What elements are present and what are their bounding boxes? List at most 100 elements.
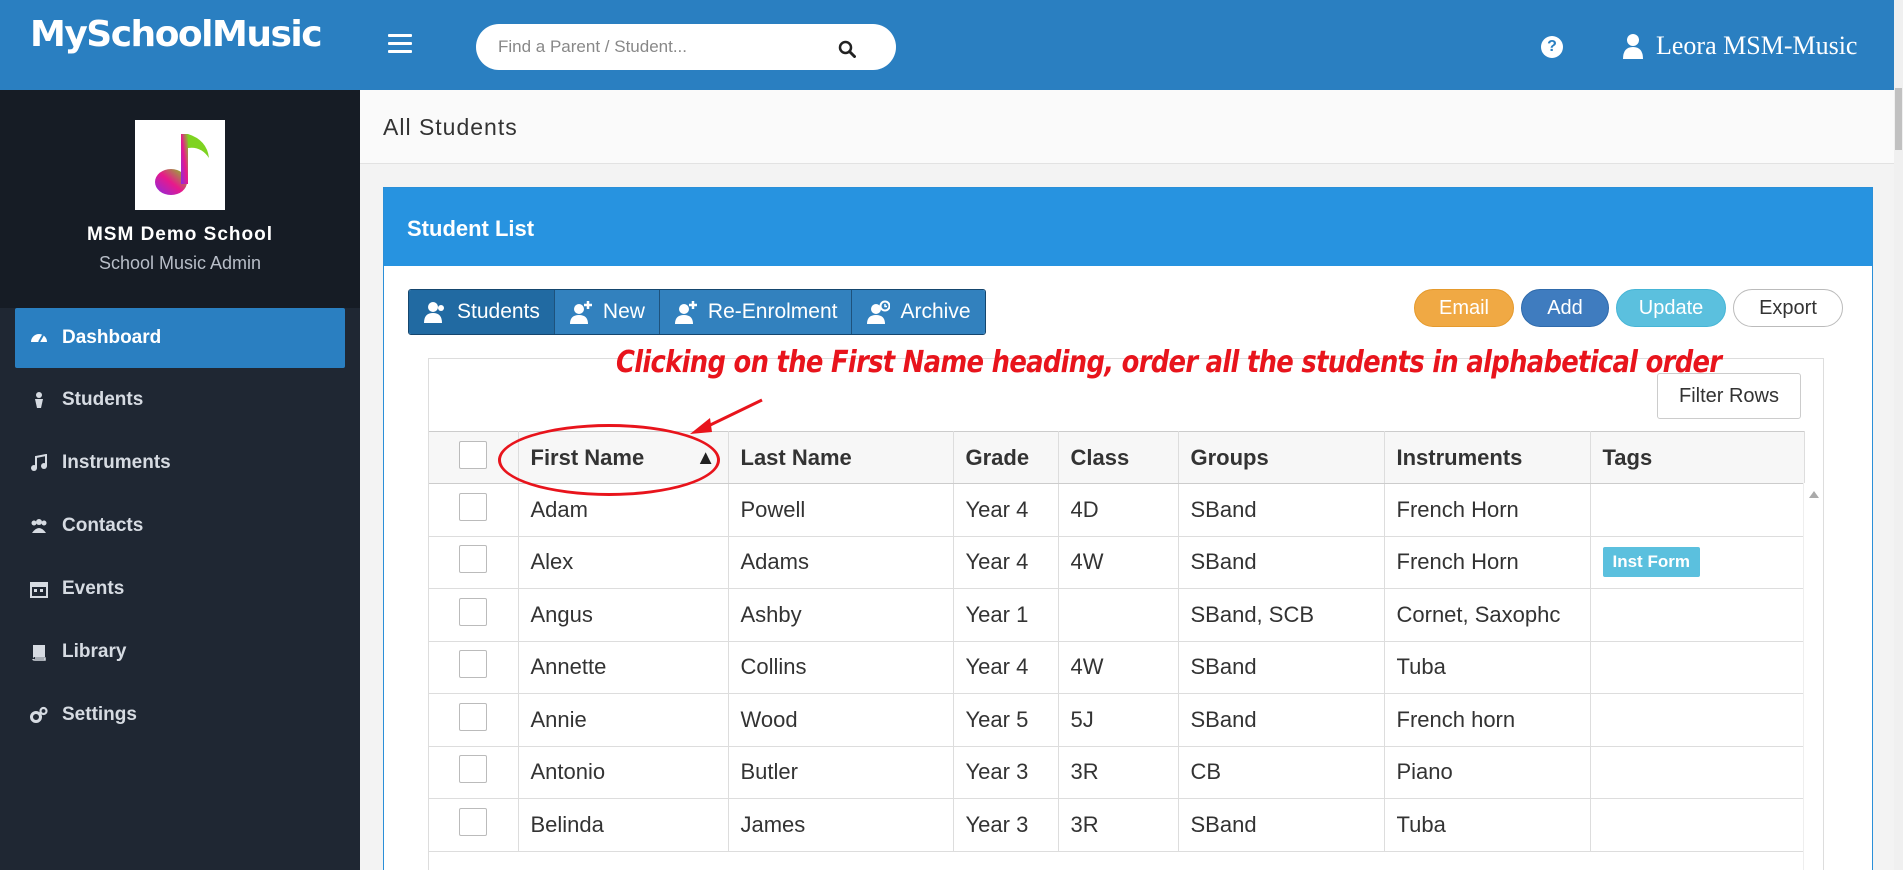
menu-toggle-icon[interactable] — [388, 34, 412, 54]
cell-groups: SBand — [1178, 536, 1385, 589]
music-note-icon — [31, 454, 47, 471]
search-input[interactable] — [498, 36, 828, 58]
column-groups[interactable]: Groups — [1178, 431, 1385, 484]
sidebar-item-label: Events — [62, 578, 125, 599]
update-button[interactable]: Update — [1616, 289, 1726, 327]
school-profile: MSM Demo School School Music Admin — [0, 90, 360, 308]
cell-first-name: Antonio — [518, 746, 729, 799]
scrollbar-thumb[interactable] — [1895, 88, 1902, 150]
cell-class: 3R — [1058, 798, 1179, 852]
sidebar-item-students[interactable]: Students — [0, 369, 360, 431]
email-button[interactable]: Email — [1414, 289, 1514, 327]
row-checkbox[interactable] — [459, 650, 488, 679]
cell-instruments: Cornet, Saxophc — [1384, 588, 1591, 642]
school-avatar — [135, 120, 225, 210]
cell-instruments: French Horn — [1384, 483, 1591, 537]
row-checkbox[interactable] — [459, 807, 488, 836]
cell-class: 4D — [1058, 483, 1179, 537]
cell-last-name: Ashby — [728, 588, 954, 642]
column-tags[interactable]: Tags — [1590, 431, 1805, 484]
add-user-icon — [569, 301, 592, 324]
row-checkbox[interactable] — [459, 702, 488, 731]
cell-last-name: Butler — [728, 746, 954, 799]
sidebar-item-contacts[interactable]: Contacts — [0, 495, 360, 557]
cell-tags — [1590, 641, 1805, 694]
filter-rows-button[interactable]: Filter Rows — [1657, 373, 1801, 419]
user-menu[interactable]: Leora MSM-Music — [1622, 30, 1857, 62]
column-label: Grade — [965, 444, 1030, 470]
column-grade[interactable]: Grade — [953, 431, 1059, 484]
page-title: All Students — [383, 114, 518, 140]
sidebar-item-events[interactable]: Events — [0, 558, 360, 620]
cell-last-name: Wood — [728, 693, 954, 747]
archive-user-icon — [867, 300, 891, 324]
row-select-cell — [429, 536, 519, 589]
table-row[interactable]: Alex Adams Year 4 4W SBand French Horn I… — [429, 536, 1805, 589]
table-scrollbar[interactable] — [1803, 483, 1823, 870]
cell-groups: SBand — [1178, 798, 1385, 852]
column-class[interactable]: Class — [1058, 431, 1179, 484]
annotation-arrow-icon — [690, 398, 763, 434]
cell-first-name: Alex — [518, 536, 729, 589]
sidebar-item-library[interactable]: Library — [0, 621, 360, 683]
sidebar-item-instruments[interactable]: Instruments — [0, 432, 360, 494]
new-button-label: New — [602, 300, 645, 323]
sidebar-item-label: Settings — [62, 704, 137, 725]
row-checkbox[interactable] — [459, 597, 488, 626]
cell-tags — [1590, 798, 1805, 852]
user-icon — [1623, 34, 1643, 59]
new-students-button[interactable]: New — [554, 290, 660, 334]
annotation-text: Clicking on the First Name heading, orde… — [616, 345, 1722, 380]
select-all-checkbox[interactable] — [459, 440, 488, 469]
row-checkbox[interactable] — [459, 545, 488, 574]
scroll-up-icon[interactable] — [1809, 491, 1819, 498]
cell-grade: Year 1 — [953, 588, 1059, 642]
cell-groups: CB — [1178, 746, 1385, 799]
sidebar-item-dashboard[interactable]: Dashboard — [15, 308, 345, 368]
cell-groups: SBand — [1178, 641, 1385, 694]
sidebar-item-label: Students — [62, 389, 144, 410]
table-row[interactable]: Angus Ashby Year 1 SBand, SCB Cornet, Sa… — [429, 588, 1805, 642]
cell-class: 4W — [1058, 536, 1179, 589]
table-row[interactable]: Annie Wood Year 5 5J SBand French horn — [429, 693, 1805, 747]
sidebar: MSM Demo School School Music Admin Dashb… — [0, 90, 360, 870]
students-button[interactable]: Students — [409, 290, 555, 334]
column-label: Last Name — [740, 444, 852, 470]
row-checkbox[interactable] — [459, 755, 488, 784]
cell-class: 5J — [1058, 693, 1179, 747]
page-header: All Students — [360, 90, 1894, 164]
sidebar-item-label: Dashboard — [62, 327, 162, 348]
cell-first-name: Belinda — [518, 798, 729, 852]
table-row[interactable]: Annette Collins Year 4 4W SBand Tuba — [429, 641, 1805, 694]
cell-tags — [1590, 483, 1805, 537]
row-select-cell — [429, 588, 519, 642]
sidebar-nav: Dashboard Students Instruments Contacts … — [0, 308, 360, 746]
column-instruments[interactable]: Instruments — [1384, 431, 1591, 484]
cell-grade: Year 3 — [953, 746, 1059, 799]
add-button[interactable]: Add — [1521, 289, 1609, 327]
export-button[interactable]: Export — [1733, 289, 1843, 327]
table-row[interactable]: Antonio Butler Year 3 3R CB Piano — [429, 746, 1805, 799]
help-icon[interactable]: ? — [1541, 36, 1563, 58]
cell-first-name: Angus — [518, 588, 729, 642]
app-logo[interactable]: MySchoolMusic — [30, 14, 323, 55]
row-select-cell — [429, 746, 519, 799]
tag-badge[interactable]: Inst Form — [1602, 547, 1700, 578]
column-label: Tags — [1602, 444, 1653, 470]
row-checkbox[interactable] — [459, 492, 488, 521]
table-row[interactable]: Belinda James Year 3 3R SBand Tuba — [429, 798, 1805, 852]
search-icon[interactable] — [838, 40, 856, 58]
archive-button[interactable]: Archive — [852, 290, 985, 334]
cell-grade: Year 3 — [953, 798, 1059, 852]
re-enrolment-button[interactable]: Re-Enrolment — [659, 290, 853, 334]
panel-title: Student List — [384, 188, 1872, 266]
student-view-buttons: Students New Re-Enrolment Archive — [408, 289, 986, 335]
cell-first-name: Annette — [518, 641, 729, 694]
users-icon — [31, 519, 47, 533]
cell-last-name: Collins — [728, 641, 954, 694]
page-scrollbar[interactable] — [1894, 0, 1903, 870]
cell-instruments: French horn — [1384, 693, 1591, 747]
top-bar: MySchoolMusic ? Leora MSM-Music — [0, 0, 1894, 90]
cell-class: 3R — [1058, 746, 1179, 799]
sidebar-item-settings[interactable]: Settings — [0, 684, 360, 746]
